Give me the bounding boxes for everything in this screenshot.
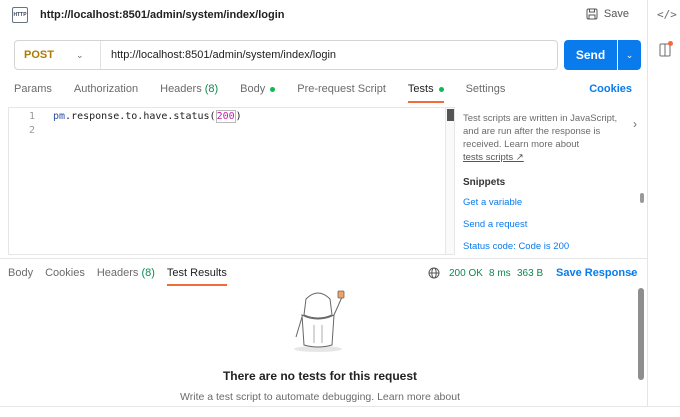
request-tabs: Params Authorization Headers (8) Body Pre… bbox=[14, 80, 634, 103]
chevron-down-icon: ⌄ bbox=[625, 49, 634, 60]
empty-state-subtitle: Write a test script to automate debuggin… bbox=[180, 391, 460, 403]
snippets-title: Snippets bbox=[463, 177, 506, 188]
response-tab-cookies[interactable]: Cookies bbox=[45, 267, 85, 279]
send-options-button[interactable]: ⌄ bbox=[618, 40, 641, 70]
floppy-disk-icon bbox=[586, 8, 598, 20]
tab-tests[interactable]: Tests bbox=[407, 80, 444, 103]
save-response-button[interactable]: Save Response bbox=[556, 267, 637, 279]
response-time[interactable]: 8 ms bbox=[489, 268, 511, 279]
notification-dot bbox=[668, 41, 673, 46]
status-code[interactable]: 200 OK bbox=[449, 268, 483, 279]
url-bar: POST ⌄ bbox=[14, 40, 558, 70]
snippet-send-request[interactable]: Send a request bbox=[463, 219, 527, 230]
http-icon: HTTP bbox=[12, 7, 28, 23]
postman-window: HTTP http://localhost:8501/admin/system/… bbox=[0, 0, 680, 417]
tests-info: Test scripts are written in JavaScript, … bbox=[463, 113, 618, 163]
request-tab-header: HTTP http://localhost:8501/admin/system/… bbox=[0, 0, 647, 30]
chevron-right-icon[interactable]: › bbox=[633, 117, 637, 131]
empty-state-title: There are no tests for this request bbox=[222, 369, 418, 383]
code-icon[interactable]: </> bbox=[657, 8, 677, 21]
chevron-down-icon[interactable]: ⌄ bbox=[628, 267, 636, 278]
response-tab-test-results[interactable]: Test Results bbox=[166, 267, 227, 286]
tab-body[interactable]: Body bbox=[240, 80, 276, 98]
tab-settings[interactable]: Settings bbox=[466, 80, 506, 98]
send-button[interactable]: Send bbox=[564, 40, 617, 70]
line-number: 2 bbox=[29, 125, 36, 136]
url-input[interactable] bbox=[101, 41, 557, 69]
modified-dot bbox=[438, 86, 444, 92]
tab-authorization[interactable]: Authorization bbox=[74, 80, 138, 98]
test-script-editor[interactable]: 1 2 pm.response.to.have.status(200) bbox=[8, 107, 455, 255]
cookies-link[interactable]: Cookies bbox=[589, 83, 632, 95]
tests-scripts-link[interactable]: tests scripts ↗ bbox=[463, 152, 524, 163]
modified-dot bbox=[270, 86, 276, 92]
method-label: POST bbox=[24, 49, 54, 61]
line-number: 1 bbox=[29, 111, 36, 122]
text-cursor-icon bbox=[447, 109, 454, 121]
tab-headers[interactable]: Headers (8) bbox=[160, 80, 218, 98]
divider bbox=[0, 258, 647, 259]
chevron-down-icon: ⌄ bbox=[75, 49, 84, 60]
save-label: Save bbox=[603, 8, 629, 20]
status-bar bbox=[0, 406, 680, 417]
headers-count: (8) bbox=[204, 83, 219, 95]
empty-state-illustration bbox=[294, 290, 345, 352]
response-tab-body[interactable]: Body bbox=[8, 267, 33, 279]
snippets-panel: Test scripts are written in JavaScript, … bbox=[454, 107, 647, 255]
method-select[interactable]: POST ⌄ bbox=[15, 41, 101, 69]
response-tabs: Body Cookies Headers (8) Test Results bbox=[8, 267, 239, 286]
tab-params[interactable]: Params bbox=[14, 80, 52, 98]
tab-pre-request-script[interactable]: Pre-request Script bbox=[297, 80, 386, 98]
code-line[interactable]: pm.response.to.have.status(200) bbox=[53, 110, 242, 123]
globe-icon[interactable] bbox=[428, 267, 440, 279]
save-button[interactable]: Save bbox=[586, 8, 629, 20]
right-sidebar: </> bbox=[647, 0, 680, 417]
response-scrollbar[interactable] bbox=[638, 288, 644, 380]
snippet-get-variable[interactable]: Get a variable bbox=[463, 197, 522, 208]
snippet-status-code[interactable]: Status code: Code is 200 bbox=[463, 241, 569, 252]
response-tab-headers[interactable]: Headers (8) bbox=[97, 267, 155, 279]
response-size[interactable]: 363 B bbox=[517, 268, 543, 279]
line-gutter: 1 2 bbox=[9, 108, 43, 254]
panel-scrollbar[interactable] bbox=[640, 193, 644, 203]
request-title: http://localhost:8501/admin/system/index… bbox=[40, 9, 285, 21]
